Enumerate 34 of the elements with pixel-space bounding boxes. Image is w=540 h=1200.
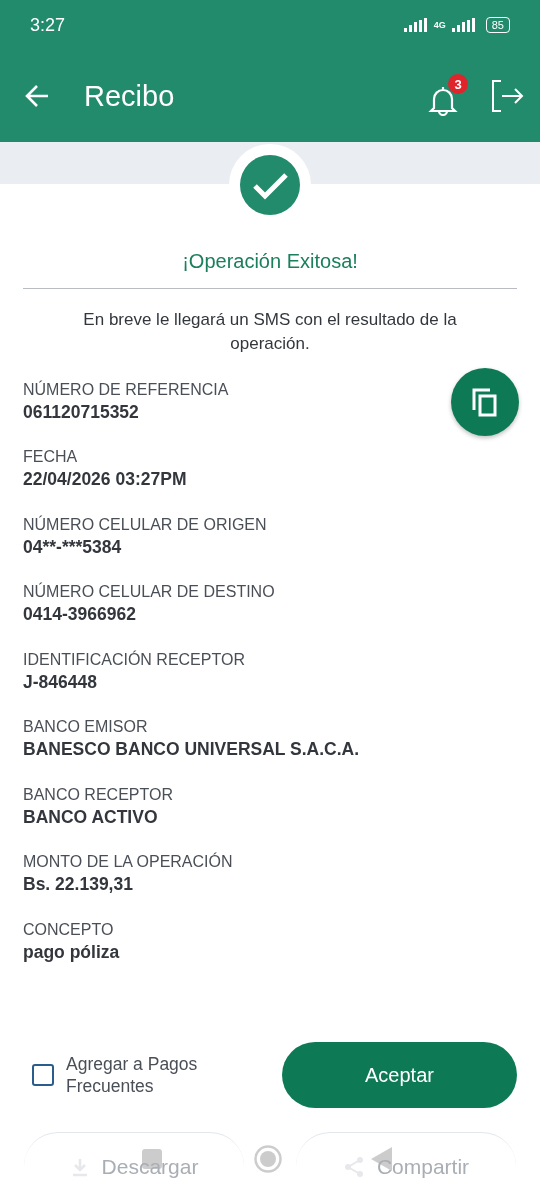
field-value: BANESCO BANCO UNIVERSAL S.A.C.A.	[23, 739, 361, 761]
back-icon[interactable]	[24, 83, 50, 109]
field-value: 0414-3966962	[23, 604, 137, 626]
field-value: BANCO ACTIVO	[23, 806, 159, 828]
screen-title: Recibo	[84, 79, 176, 113]
field-value: 22/04/2026 03:27PM	[23, 469, 188, 491]
field-value: Bs. 22.139,31	[23, 874, 134, 896]
network-type: 4G	[433, 20, 446, 30]
clock-time: 3:27	[30, 14, 66, 36]
field-label: FECHA	[23, 448, 79, 467]
field-label: BANCO RECEPTOR	[23, 785, 174, 804]
field-value: 04**-***5384	[23, 536, 123, 558]
signal-icon	[451, 18, 476, 32]
field-value: 061120715352	[23, 401, 140, 423]
field-label: NÚMERO DE REFERENCIA	[23, 380, 230, 399]
success-check-icon	[239, 154, 301, 216]
field-value: J-846448	[23, 671, 98, 693]
accept-button[interactable]: Aceptar	[282, 1042, 517, 1108]
field-label: NÚMERO CELULAR DE DESTINO	[23, 583, 276, 602]
battery-level: 85	[485, 17, 510, 33]
sms-notice: En breve le llegará un SMS con el resultado de la operación.	[82, 309, 458, 355]
checkbox[interactable]	[32, 1064, 54, 1086]
success-title: ¡Operación Exitosa!	[181, 249, 359, 274]
field-label: CONCEPTO	[23, 920, 115, 939]
field-label: IDENTIFICACIÓN RECEPTOR	[23, 650, 246, 669]
signal-icon	[403, 18, 428, 32]
copy-button[interactable]	[451, 367, 519, 436]
field-value: pago póliza	[23, 941, 121, 963]
field-label: MONTO DE LA OPERACIÓN	[23, 853, 234, 872]
field-label: BANCO EMISOR	[23, 718, 149, 737]
notification-badge: 3	[448, 74, 468, 94]
share-icon	[342, 1155, 365, 1178]
field-label: NÚMERO CELULAR DE ORIGEN	[23, 515, 268, 534]
checkbox-label: Agregar a Pagos Frecuentes	[66, 1053, 199, 1097]
